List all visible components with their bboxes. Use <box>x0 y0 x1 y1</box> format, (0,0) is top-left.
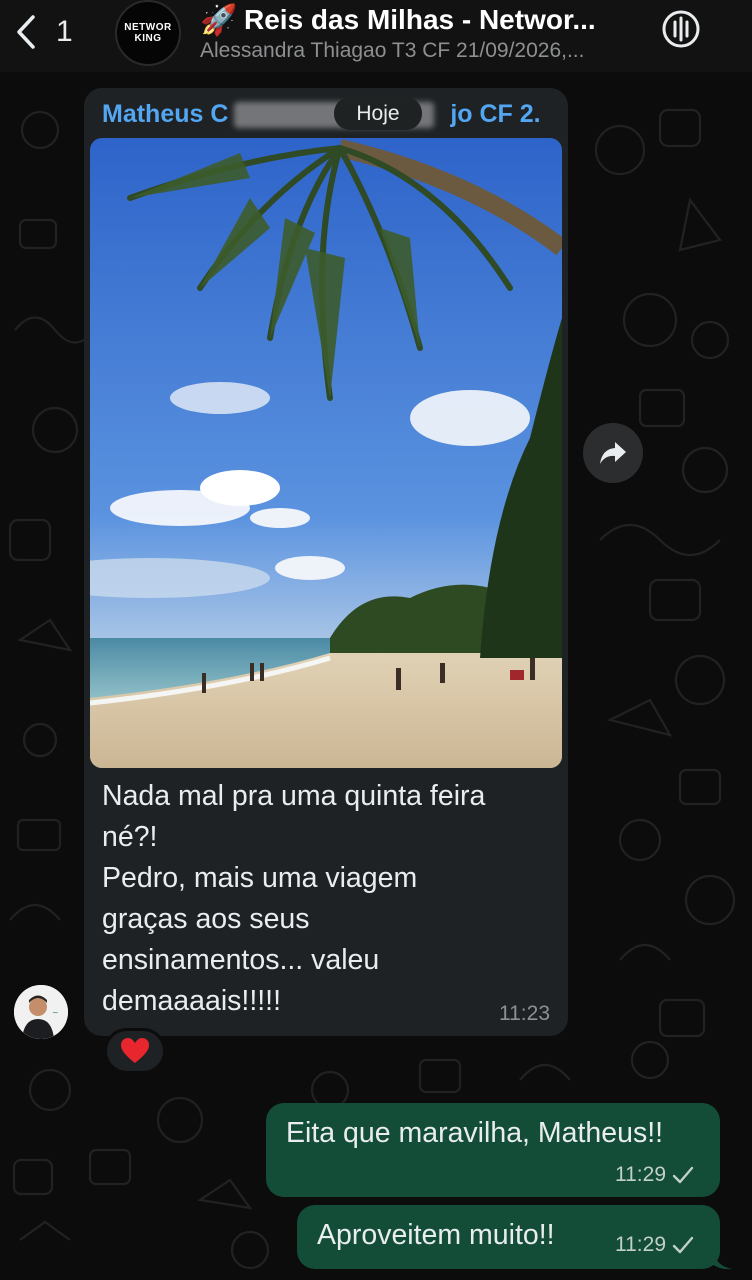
sent-check-icon <box>672 1236 694 1254</box>
message-text: Aproveitem muito!! <box>317 1219 555 1251</box>
message-text: Eita que maravilha, Matheus!! <box>286 1117 664 1149</box>
chevron-left-icon <box>17 15 35 49</box>
date-separator: Hoje <box>334 97 422 130</box>
forward-icon <box>600 442 626 464</box>
beach-photo[interactable] <box>90 138 562 768</box>
message-caption: Nada mal pra uma quinta feira né?! Pedro… <box>102 780 486 1017</box>
message-time: 11:29 <box>615 1233 694 1257</box>
group-members: Alessandra Thiagao T3 CF 21/09/2026,... <box>200 39 585 62</box>
voice-call-icon[interactable] <box>660 8 702 50</box>
sender-avatar[interactable]: ~ <box>14 985 68 1039</box>
outgoing-message[interactable]: Aproveitem muito!! 11:29 <box>297 1205 720 1269</box>
group-avatar[interactable]: NETWOR KING <box>115 0 181 66</box>
rocket-emoji: 🚀 <box>200 3 238 37</box>
sent-check-icon <box>672 1166 694 1184</box>
bubble-tail <box>712 1250 732 1270</box>
chat-header: 1 NETWOR KING 🚀 Reis das Milhas - Networ… <box>0 0 752 72</box>
heart-icon <box>121 1038 149 1063</box>
forward-button[interactable] <box>583 423 643 483</box>
incoming-message[interactable]: Matheus C jo CF 2... <box>84 88 568 1036</box>
back-button[interactable]: 1 <box>14 12 74 52</box>
outgoing-message[interactable]: Eita que maravilha, Matheus!! 11:29 <box>266 1103 720 1197</box>
message-time: 11:23 <box>499 1002 550 1025</box>
group-info[interactable]: 🚀 Reis das Milhas - Networ... Alessandra… <box>200 2 640 63</box>
unread-count: 1 <box>56 15 73 48</box>
message-time: 11:29 <box>615 1163 694 1187</box>
svg-text:~: ~ <box>52 1008 59 1017</box>
group-title: Reis das Milhas - Networ... <box>244 4 596 35</box>
reaction-heart[interactable] <box>104 1028 166 1074</box>
